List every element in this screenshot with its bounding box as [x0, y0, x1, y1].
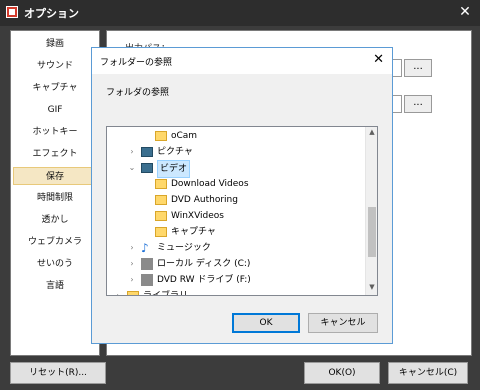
dvd-drive-icon — [141, 274, 153, 286]
folder-icon — [155, 179, 167, 189]
videos-folder-icon — [141, 163, 153, 173]
pictures-folder-icon — [141, 147, 153, 157]
sidebar-item[interactable]: せいのう — [13, 255, 97, 273]
drive-icon — [141, 258, 153, 270]
output-path-field-2[interactable] — [392, 95, 402, 113]
tree-item-label: ミュージック — [157, 243, 211, 253]
scrollbar-thumb[interactable] — [368, 207, 376, 257]
folder-icon — [155, 131, 167, 141]
dialog-close-icon[interactable]: ✕ — [373, 52, 384, 67]
tree-item[interactable]: ⌄ ビデオ — [107, 160, 365, 178]
tree-item[interactable]: › ピクチャ — [107, 144, 365, 160]
tree-item-label: ライブラリ — [143, 291, 189, 296]
folder-icon — [155, 227, 167, 237]
sidebar-item[interactable]: GIF — [13, 101, 97, 119]
sidebar-item[interactable]: サウンド — [13, 57, 97, 75]
app-icon — [6, 6, 18, 18]
expand-chevron-icon[interactable]: › — [127, 240, 137, 256]
dialog-title: フォルダーの参照 — [100, 58, 173, 68]
tree-item[interactable]: WinXVideos — [107, 208, 365, 224]
tree-item-label: DVD Authoring — [171, 195, 238, 205]
expand-chevron-icon[interactable]: › — [127, 256, 137, 272]
output-path-field[interactable] — [392, 59, 402, 77]
dialog-cancel-button[interactable]: キャンセル — [308, 313, 378, 333]
tree-item[interactable]: oCam — [107, 128, 365, 144]
tree-item[interactable]: › ♪ ミュージック — [107, 240, 365, 256]
window-title: オプション — [24, 7, 79, 20]
tree-item[interactable]: Download Videos — [107, 176, 365, 192]
sidebar-item[interactable]: 透かし — [13, 211, 97, 229]
collapse-chevron-icon[interactable]: ⌄ — [127, 160, 137, 176]
music-icon: ♪ — [141, 241, 149, 255]
tree-item[interactable]: › DVD RW ドライブ (F:) — [107, 272, 365, 288]
sidebar-item[interactable]: 時間制限 — [13, 189, 97, 207]
sidebar-item[interactable]: ホットキー — [13, 123, 97, 141]
tree-item[interactable]: DVD Authoring — [107, 192, 365, 208]
folder-tree[interactable]: oCam › ピクチャ ⌄ ビデオ Download Videos DVD Authorin… — [106, 126, 378, 296]
browse-button[interactable]: ... — [404, 59, 432, 77]
tree-item-label: ピクチャ — [157, 147, 193, 157]
ok-button[interactable]: OK(O) — [304, 362, 380, 384]
expand-chevron-icon[interactable]: › — [127, 272, 137, 288]
scroll-down-icon[interactable]: ▼ — [366, 283, 377, 291]
options-sidebar: 録画サウンドキャプチャ GIF ホットキーエフェクト保存時間制限透かしウェブカメラせ… — [10, 30, 100, 356]
tree-item[interactable]: › ローカル ディスク (C:) — [107, 256, 365, 272]
cancel-button[interactable]: キャンセル(C) — [388, 362, 468, 384]
tree-item[interactable]: キャプチャ — [107, 224, 365, 240]
folder-icon — [155, 195, 167, 205]
close-icon[interactable]: ✕ — [456, 2, 474, 22]
browse-button-2[interactable]: ... — [404, 95, 432, 113]
dialog-description: フォルダの参照 — [106, 88, 170, 98]
browse-folder-dialog: フォルダーの参照 ✕ フォルダの参照 oCam › ピクチャ ⌄ ビデオ Download… — [91, 47, 393, 344]
dialog-title-bar: フォルダーの参照 ✕ — [92, 48, 392, 74]
dialog-ok-button[interactable]: OK — [232, 313, 300, 333]
tree-item-label: キャプチャ — [171, 227, 216, 237]
expand-chevron-icon[interactable]: › — [113, 288, 123, 295]
scroll-up-icon[interactable]: ▲ — [366, 128, 377, 136]
tree-item-label: WinXVideos — [171, 211, 224, 221]
sidebar-item[interactable]: 保存 — [13, 167, 97, 185]
sidebar-item[interactable]: キャプチャ — [13, 79, 97, 97]
folder-icon — [155, 211, 167, 221]
sidebar-item[interactable]: 録画 — [13, 35, 97, 53]
title-bar: オプション ✕ — [0, 0, 480, 26]
tree-item[interactable]: › ライブラリ — [107, 288, 365, 296]
tree-item-label: ローカル ディスク (C:) — [157, 259, 251, 269]
tree-scrollbar[interactable]: ▲ ▼ — [365, 127, 377, 295]
expand-chevron-icon[interactable]: › — [127, 144, 137, 160]
sidebar-item[interactable]: ウェブカメラ — [13, 233, 97, 251]
tree-item-label: oCam — [171, 131, 198, 141]
sidebar-item[interactable]: エフェクト — [13, 145, 97, 163]
library-icon — [127, 291, 139, 295]
sidebar-item[interactable]: 言語 — [13, 277, 97, 295]
tree-item-label: Download Videos — [171, 179, 249, 189]
reset-button[interactable]: リセット(R)... — [10, 362, 106, 384]
tree-item-label: DVD RW ドライブ (F:) — [157, 275, 251, 285]
